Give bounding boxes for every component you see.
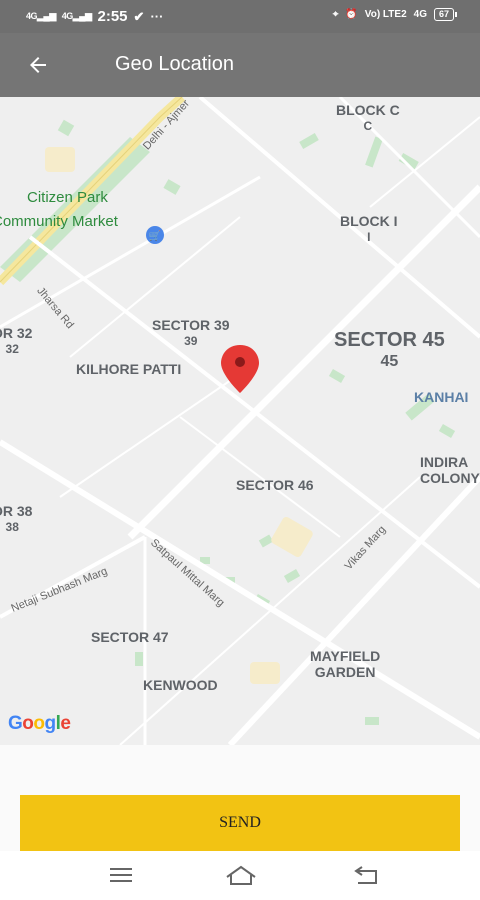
map-label-sector-39: SECTOR 39 39 bbox=[152, 317, 230, 348]
map-label-mayfield-garden: MAYFIELD GARDEN bbox=[310, 648, 381, 680]
notification-icon: ✔ bbox=[133, 8, 145, 24]
clock: 2:55 bbox=[97, 8, 128, 25]
map-label-sector-38: OR 3838 bbox=[0, 503, 33, 534]
map-label-sector-32: OR 3232 bbox=[0, 325, 33, 356]
menu-icon[interactable] bbox=[106, 863, 136, 887]
google-logo: Google bbox=[8, 713, 71, 734]
network-label: Vo) LTE2 bbox=[364, 9, 407, 20]
send-button[interactable]: SEND bbox=[20, 795, 460, 851]
more-notifications-icon: ··· bbox=[150, 9, 164, 24]
map-label-kanhai: KANHAI bbox=[414, 389, 469, 405]
action-panel: SEND bbox=[0, 745, 480, 851]
location-icon: ⌖ bbox=[332, 9, 339, 20]
app-bar: Geo Location bbox=[0, 33, 480, 97]
status-bar: 4G▂▄▆ 4G▂▄▆ 2:55 ✔ ··· ⌖ ⏰ Vo) LTE2 4G 6… bbox=[0, 0, 480, 33]
map-label-community-market: Community Market bbox=[0, 213, 118, 230]
map-label-sector-47: SECTOR 47 bbox=[91, 629, 169, 645]
map-label-citizen-park: Citizen Park bbox=[27, 189, 108, 206]
map-label-block-c: BLOCK CC bbox=[336, 102, 400, 133]
map-label-sector-46: SECTOR 46 bbox=[236, 477, 314, 493]
signal-icon-2: 4G▂▄▆ bbox=[61, 11, 92, 21]
map-label-sector-45: SECTOR 45 45 bbox=[334, 329, 445, 370]
back-arrow-icon[interactable] bbox=[22, 49, 54, 81]
home-icon[interactable] bbox=[224, 863, 256, 887]
location-pin-icon bbox=[221, 345, 259, 393]
map-label-kenwood: KENWOOD bbox=[143, 677, 218, 693]
back-nav-icon[interactable] bbox=[352, 863, 382, 887]
system-nav-bar bbox=[0, 851, 480, 900]
battery-icon: 67 bbox=[433, 8, 458, 21]
map-view[interactable]: 🛒 BLOCK CC BLOCK II Citizen Park Communi… bbox=[0, 97, 480, 745]
page-title: Geo Location bbox=[115, 53, 234, 75]
svg-text:🛒: 🛒 bbox=[149, 229, 161, 242]
map-label-kilhore-patti: KILHORE PATTI bbox=[76, 361, 182, 377]
map-label-block-i: BLOCK II bbox=[340, 213, 398, 244]
alarm-icon: ⏰ bbox=[345, 9, 358, 20]
data-type-label: 4G bbox=[413, 9, 427, 20]
signal-icon: 4G▂▄▆ bbox=[26, 11, 56, 21]
map-label-indira-colony: INDIRACOLONY1 bbox=[420, 454, 480, 501]
